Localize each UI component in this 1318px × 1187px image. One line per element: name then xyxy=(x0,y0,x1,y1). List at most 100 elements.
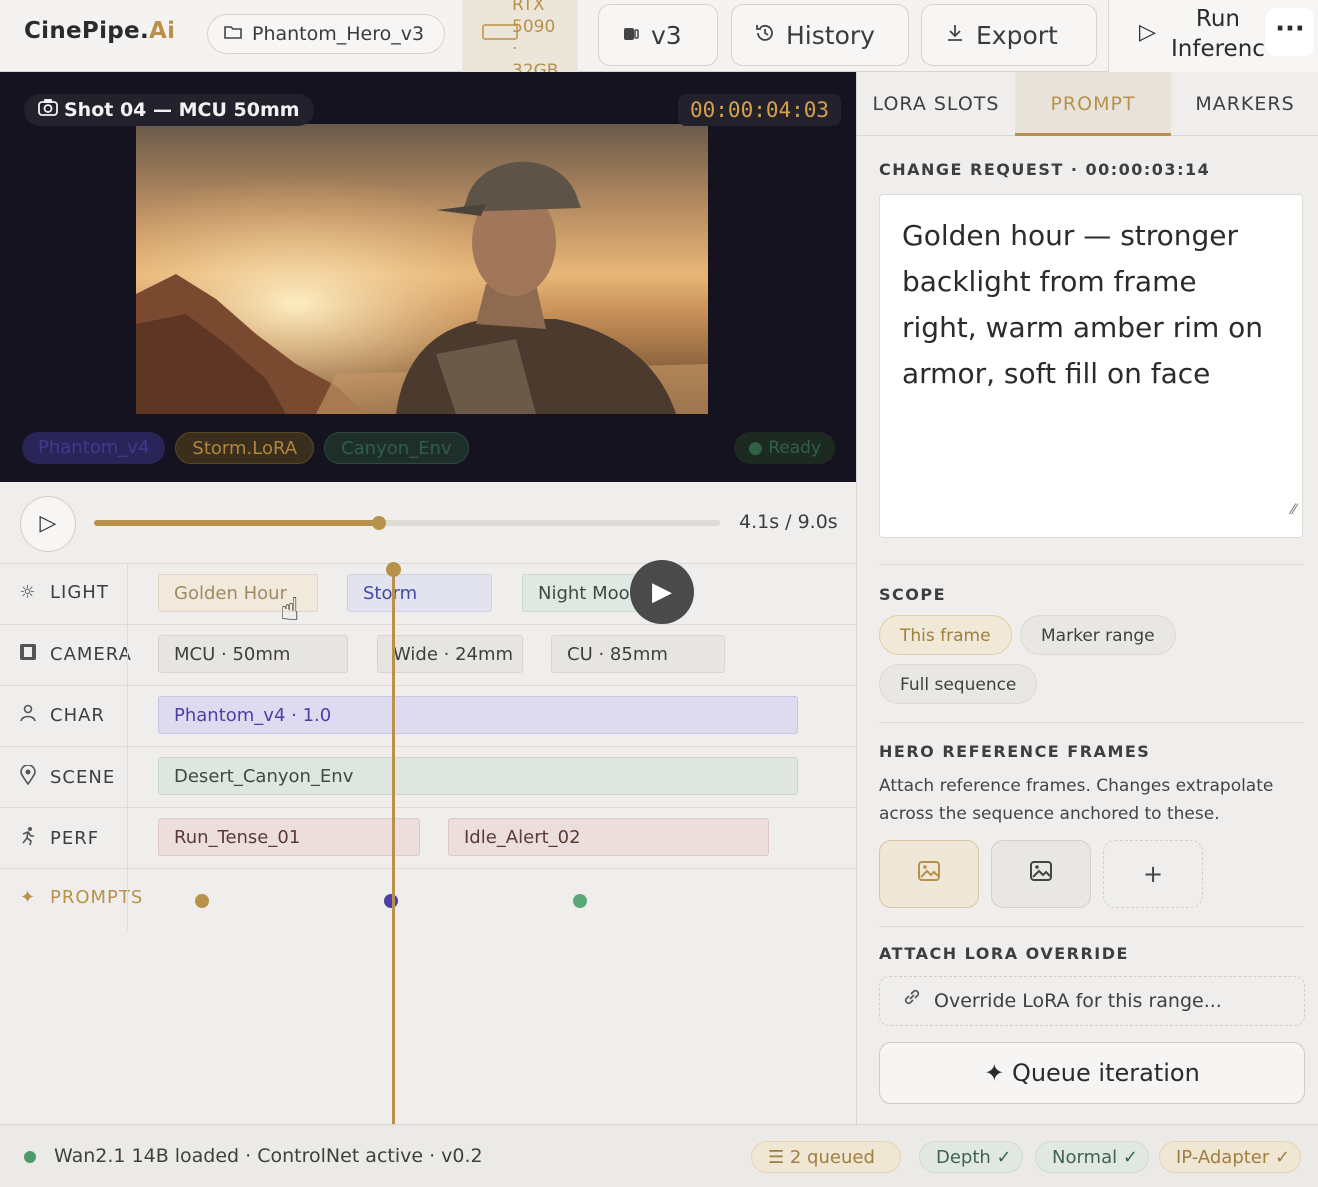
play-icon: ▷ xyxy=(39,511,57,536)
export-button[interactable]: Export xyxy=(921,4,1097,66)
queue-badge[interactable]: ☰ 2 queued xyxy=(751,1141,901,1173)
video-preview: Shot 04 — MCU 50mm 00:00:04:03 Phantom_v… xyxy=(0,72,856,482)
version-button[interactable]: v3 xyxy=(598,4,718,66)
tab-lora-slots[interactable]: LORA SLOTS xyxy=(857,72,1015,136)
prompt-marker[interactable] xyxy=(573,894,587,908)
sun-icon: ☼ xyxy=(19,582,37,603)
run-label: Inferenc xyxy=(1171,36,1265,62)
reference-frame-slot[interactable] xyxy=(879,840,979,908)
add-reference-button[interactable]: + xyxy=(1103,840,1203,908)
clip-character[interactable]: Phantom_v4 · 1.0 xyxy=(158,696,798,734)
top-bar: CinePipe.Ai Phantom_Hero_v3 RTX 5090 · 3… xyxy=(0,0,1318,81)
status-text: Wan2.1 14B loaded · ControlNet active · … xyxy=(54,1145,483,1167)
history-icon xyxy=(754,21,776,50)
lane-title: SCENE xyxy=(50,767,116,788)
lane-divider xyxy=(127,747,128,808)
gpu-line: 5090 xyxy=(512,17,556,37)
divider xyxy=(879,564,1303,565)
playhead[interactable] xyxy=(392,566,395,1124)
version-label: v3 xyxy=(651,20,682,50)
prompt-textarea[interactable]: Golden hour — stronger backlight from fr… xyxy=(879,194,1303,538)
active-models: Phantom_v4 Storm.LoRA Canyon_Env xyxy=(22,432,469,464)
divider xyxy=(879,722,1303,723)
lane-label: CAMERA xyxy=(18,643,132,666)
sparkle-icon: ✦ xyxy=(19,887,37,908)
hand-cursor-icon: ☝ xyxy=(280,590,300,628)
lane-label: ✦ PROMPTS xyxy=(18,887,143,908)
model-chip[interactable]: Phantom_v4 xyxy=(22,432,166,464)
lane-light: ☼ LIGHT Golden Hour Storm Night Moon xyxy=(0,564,856,625)
hero-frames-description: Attach reference frames. Changes extrapo… xyxy=(879,776,1274,824)
app-logo: CinePipe.Ai xyxy=(24,18,175,44)
model-chip[interactable]: Storm.LoRA xyxy=(175,432,315,464)
more-menu-button[interactable]: ··· xyxy=(1266,8,1314,56)
person-icon xyxy=(18,704,38,727)
resize-handle-icon[interactable]: ⁄⁄ xyxy=(1291,487,1296,533)
divider xyxy=(879,926,1303,927)
scrubber-handle[interactable] xyxy=(372,516,387,530)
brand-suffix: Ai xyxy=(148,18,176,44)
panel-tabs: LORA SLOTS PROMPT MARKERS xyxy=(857,72,1318,136)
status-bar: Wan2.1 14B loaded · ControlNet active · … xyxy=(0,1124,1318,1187)
prompt-marker[interactable] xyxy=(384,894,398,908)
lane-scene: SCENE Desert_Canyon_Env xyxy=(0,747,856,808)
folder-icon xyxy=(224,23,242,45)
override-placeholder: Override LoRA for this range... xyxy=(934,990,1222,1012)
export-label: Export xyxy=(976,20,1058,50)
prompt-text: Golden hour — stronger backlight from fr… xyxy=(902,219,1264,390)
scrubber-progress xyxy=(94,520,380,526)
scope-this-frame[interactable]: This frame xyxy=(879,615,1012,655)
reference-frame-slot[interactable] xyxy=(991,840,1091,908)
playhead-handle[interactable] xyxy=(386,562,401,577)
model-chip[interactable]: Canyon_Env xyxy=(324,432,469,464)
lane-divider xyxy=(127,808,128,869)
download-icon xyxy=(944,21,966,50)
lane-label: ☼ LIGHT xyxy=(18,582,109,603)
clip-camera[interactable]: MCU · 50mm xyxy=(158,635,348,673)
lane-divider xyxy=(127,564,128,625)
tab-prompt[interactable]: PROMPT xyxy=(1015,72,1171,136)
lane-divider xyxy=(127,686,128,747)
gpu-indicator: RTX 5090 · 32GB xyxy=(462,0,578,81)
gpu-line: · xyxy=(512,39,518,59)
clip-camera[interactable]: Wide · 24mm xyxy=(377,635,523,673)
scope-full-sequence[interactable]: Full sequence xyxy=(879,664,1038,704)
lane-title: PROMPTS xyxy=(50,887,144,908)
timeline: ☼ LIGHT Golden Hour Storm Night Moon CAM… xyxy=(0,564,856,1124)
play-button[interactable]: ▷ xyxy=(20,496,76,552)
lora-override-input[interactable]: Override LoRA for this range... xyxy=(879,976,1305,1026)
prompt-marker[interactable] xyxy=(195,894,209,908)
scrubber[interactable] xyxy=(94,516,720,530)
project-selector[interactable]: Phantom_Hero_v3 xyxy=(207,14,445,54)
sparkle-icon: ✦ xyxy=(984,1059,1005,1087)
history-button[interactable]: History xyxy=(731,4,909,66)
gpu-line: RTX xyxy=(512,0,545,15)
preview-frame xyxy=(136,124,708,414)
queue-iteration-button[interactable]: ✦ Queue iteration xyxy=(879,1042,1305,1104)
clip-storm[interactable]: Storm xyxy=(347,574,492,612)
play-icon: ▷ xyxy=(1139,20,1156,45)
clip-performance[interactable]: Run_Tense_01 xyxy=(158,818,420,856)
lane-char: CHAR Phantom_v4 · 1.0 xyxy=(0,686,856,747)
lane-camera: CAMERA MCU · 50mm Wide · 24mm CU · 85mm xyxy=(0,625,856,686)
play-icon: ▶ xyxy=(652,577,672,607)
brand-name: CinePipe. xyxy=(24,18,149,44)
link-icon xyxy=(902,976,922,1026)
lane-title: CAMERA xyxy=(50,644,132,665)
change-request-header: CHANGE REQUEST · 00:00:03:14 xyxy=(879,160,1211,179)
clip-scene[interactable]: Desert_Canyon_Env xyxy=(158,757,798,795)
plus-icon: + xyxy=(1142,860,1164,888)
transport-bar: ▷ 4.1s / 9.0s xyxy=(0,482,856,564)
tab-markers[interactable]: MARKERS xyxy=(1171,72,1318,136)
hero-frames-header: HERO REFERENCE FRAMES xyxy=(879,742,1151,761)
lane-prompts: ✦ PROMPTS xyxy=(0,869,856,930)
lane-label: SCENE xyxy=(18,764,116,790)
clip-performance[interactable]: Idle_Alert_02 xyxy=(448,818,769,856)
clip-camera[interactable]: CU · 85mm xyxy=(551,635,725,673)
shot-label: Shot 04 — MCU 50mm xyxy=(24,94,314,126)
history-label: History xyxy=(786,20,875,50)
depth-badge: Depth ✓ xyxy=(919,1141,1023,1173)
scope-header: SCOPE xyxy=(879,585,947,604)
video-play-overlay[interactable]: ▶ xyxy=(630,560,694,624)
scope-marker-range[interactable]: Marker range xyxy=(1020,615,1176,655)
